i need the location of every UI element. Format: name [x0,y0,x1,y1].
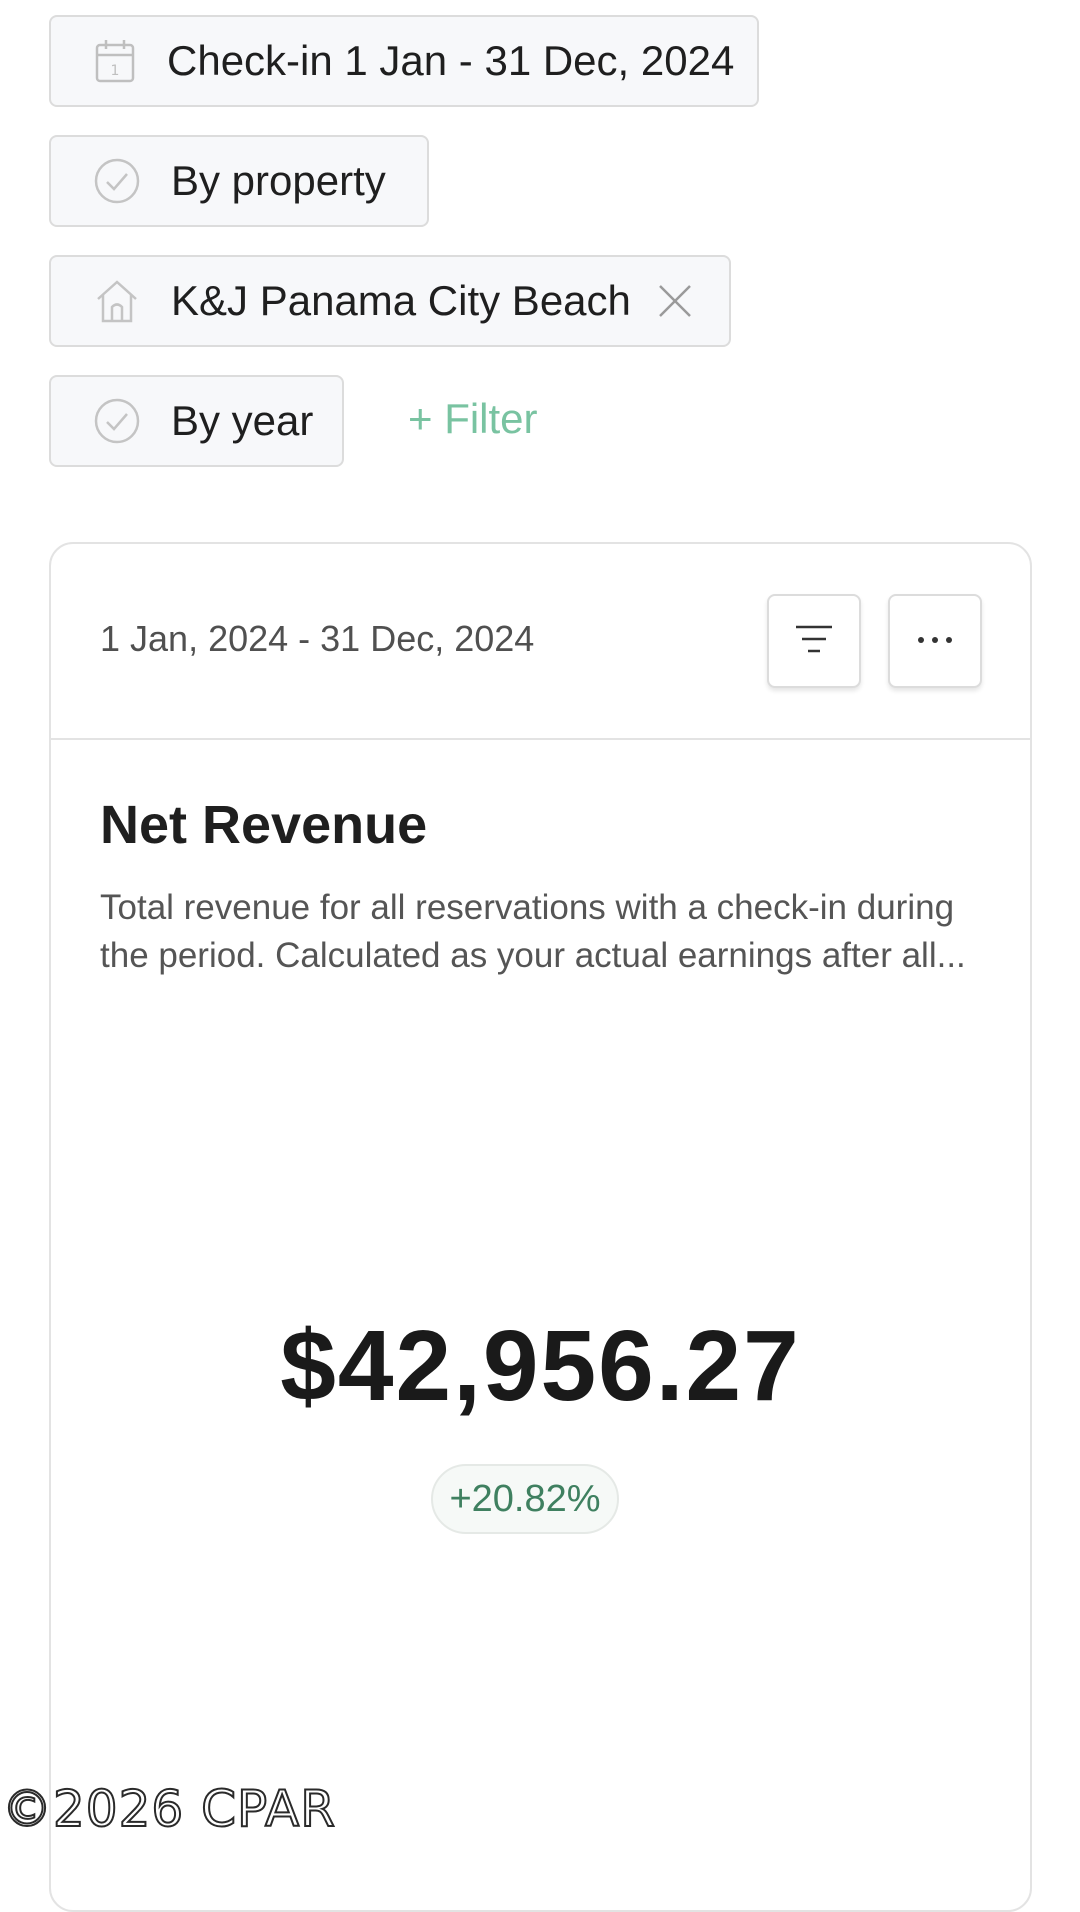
group-by-property-label: By property [171,157,386,204]
copyright-watermark: ©2026 CPAR [1,1779,336,1839]
calendar-icon: 1 [93,37,137,85]
card-date-range: 1 Jan, 2024 - 31 Dec, 2024 [100,618,535,659]
group-by-property-chip[interactable]: By property [49,135,429,227]
card-header: 1 Jan, 2024 - 31 Dec, 2024 [51,544,1030,740]
net-revenue-card: 1 Jan, 2024 - 31 Dec, 2024 Net Revenue T… [49,542,1032,1912]
sort-icon [794,624,834,659]
svg-text:1: 1 [111,63,120,79]
change-badge: +20.82% [431,1464,619,1534]
sort-button[interactable] [767,594,861,688]
metric-description: Total revenue for all reservations with … [100,888,966,975]
property-filter-chip[interactable]: K&J Panama City Beach [49,255,731,347]
metric-title: Net Revenue [100,795,428,855]
check-circle-icon [93,397,141,445]
date-range-filter-label: Check-in 1 Jan - 31 Dec, 2024 [167,37,735,84]
group-by-year-label: By year [171,397,314,444]
date-range-filter-chip[interactable]: 1 Check-in 1 Jan - 31 Dec, 2024 [49,15,759,107]
check-circle-icon [93,157,141,205]
close-icon[interactable] [657,281,693,321]
home-icon [93,277,141,325]
group-by-year-chip[interactable]: By year [49,375,344,467]
more-horizontal-icon [915,632,955,650]
more-options-button[interactable] [888,594,982,688]
add-filter-button[interactable]: + Filter [408,395,538,443]
property-filter-label: K&J Panama City Beach [171,277,631,324]
metric-value: $42,956.27 [280,1310,801,1422]
